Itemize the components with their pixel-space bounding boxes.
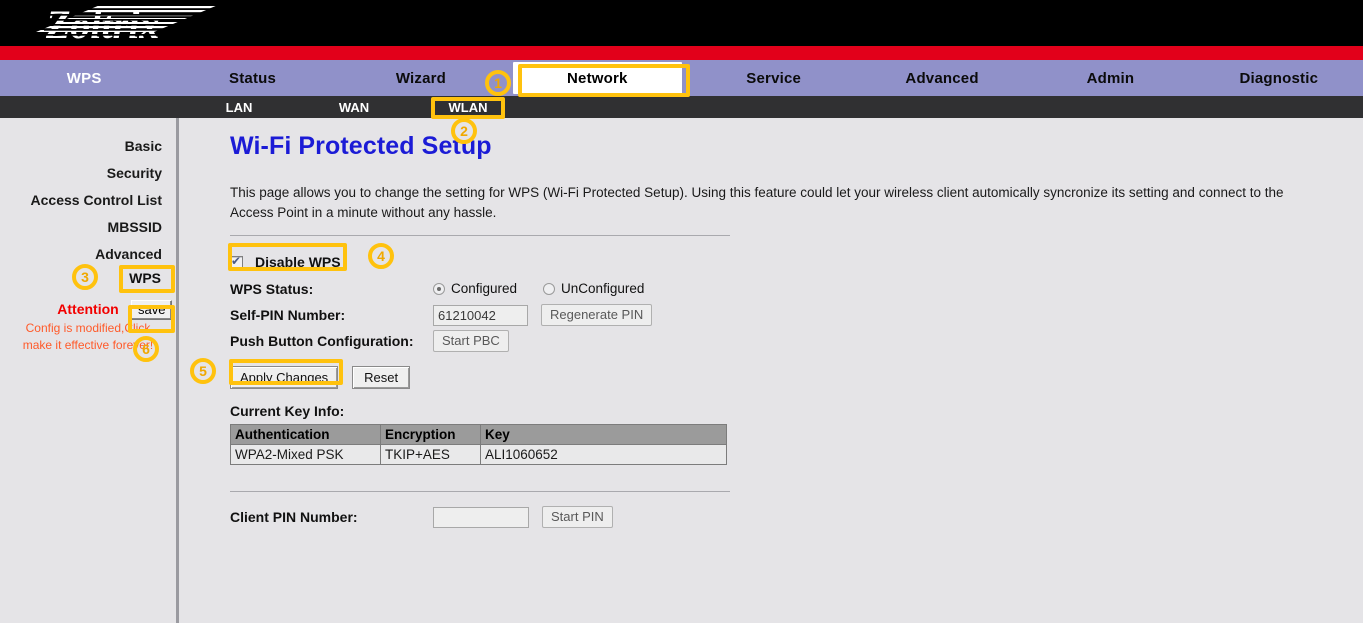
sidebar-item-wps[interactable]: WPS — [126, 269, 164, 287]
self-pin-input[interactable] — [433, 304, 528, 326]
self-pin-label: Self-PIN Number: — [230, 307, 346, 323]
current-key-info-table: Authentication Encryption Key WPA2-Mixed… — [230, 424, 727, 465]
push-button-config-label: Push Button Configuration: — [230, 333, 414, 349]
client-pin-row: Client PIN Number: Start PIN — [230, 506, 1363, 528]
annotation-marker-4: 4 — [368, 243, 394, 269]
wps-status-label: WPS Status: — [230, 281, 314, 297]
start-pbc-button[interactable]: Start PBC — [433, 330, 509, 352]
regenerate-pin-button[interactable]: Regenerate PIN — [541, 304, 653, 326]
radio-configured-dot[interactable] — [433, 283, 445, 295]
disable-wps-label: Disable WPS — [255, 254, 341, 270]
client-pin-label: Client PIN Number: — [230, 509, 358, 525]
subnav-label: WAN — [338, 99, 370, 115]
nav-item-network[interactable]: Network — [513, 62, 682, 94]
nav-item-wizard[interactable]: Wizard — [337, 60, 505, 96]
apply-changes-button[interactable]: Apply Changes — [230, 366, 339, 389]
nav-label: WPS — [66, 69, 102, 87]
nav-label: Service — [746, 69, 802, 87]
radio-unconfigured[interactable]: UnConfigured — [543, 280, 670, 298]
attention-line-1: Config is modified,Click — [25, 321, 151, 335]
sidebar-item-label: MBSSID — [107, 219, 162, 235]
nav-item-wps[interactable]: WPS — [0, 60, 168, 96]
nav-label: Status — [229, 69, 277, 87]
sidebar: Basic Security Access Control List MBSSI… — [0, 118, 179, 623]
self-pin-row: Self-PIN Number: Regenerate PIN — [230, 302, 1363, 328]
sidebar-item-label: WPS — [129, 270, 161, 286]
cell-key: ALI1060652 — [480, 444, 727, 465]
radio-configured[interactable]: Configured — [433, 280, 543, 298]
subnav-item-wlan[interactable]: WLAN — [432, 96, 504, 118]
nav-item-advanced[interactable]: Advanced — [858, 60, 1026, 96]
annotation-marker-5: 5 — [190, 358, 216, 384]
current-key-info-label: Current Key Info: — [230, 403, 345, 419]
annotation-marker-3: 3 — [72, 264, 98, 290]
main-panel: Wi-Fi Protected Setup This page allows y… — [182, 118, 1363, 623]
subnav-item-lan[interactable]: LAN — [199, 96, 279, 118]
divider-top — [230, 235, 730, 236]
wps-status-row: WPS Status: Configured UnConfigured — [230, 276, 1363, 302]
subnav-item-wan[interactable]: WAN — [314, 96, 394, 118]
sidebar-item-label: Advanced — [95, 246, 162, 262]
sidebar-item-label: Access Control List — [30, 192, 162, 208]
sidebar-item-mbssid[interactable]: MBSSID — [0, 214, 176, 241]
column-header-key: Key — [480, 424, 727, 445]
annotation-marker-1: 1 — [485, 70, 511, 96]
start-pin-button[interactable]: Start PIN — [542, 506, 613, 528]
nav-label: Wizard — [395, 69, 447, 87]
reset-button[interactable]: Reset — [352, 366, 411, 389]
nav-item-diagnostic[interactable]: Diagnostic — [1195, 60, 1363, 96]
sidebar-item-label: Security — [106, 165, 162, 181]
sidebar-item-access-control-list[interactable]: Access Control List — [0, 187, 176, 214]
column-header-encryption: Encryption — [380, 424, 481, 445]
nav-label: Admin — [1086, 69, 1135, 87]
nav-item-status[interactable]: Status — [168, 60, 336, 96]
apply-row: Apply Changes Reset — [230, 366, 1363, 389]
subnav-label: LAN — [225, 99, 253, 115]
annotation-marker-6: 6 — [133, 336, 159, 362]
save-button[interactable]: save — [131, 300, 173, 320]
sidebar-item-basic[interactable]: Basic — [0, 133, 176, 160]
column-header-authentication: Authentication — [230, 424, 381, 445]
disable-wps-row[interactable]: Disable WPS — [230, 248, 1363, 276]
nav-label: Diagnostic — [1239, 69, 1319, 87]
divider-bottom — [230, 491, 730, 492]
nav-label: Advanced — [905, 69, 979, 87]
radio-unconfigured-dot[interactable] — [543, 283, 556, 295]
table-header-row: Authentication Encryption Key — [230, 424, 727, 445]
nav-label: Network — [567, 69, 628, 87]
sidebar-item-security[interactable]: Security — [0, 160, 176, 187]
page-title: Wi-Fi Protected Setup — [230, 132, 492, 160]
disable-wps-checkbox[interactable] — [230, 254, 243, 269]
nav-item-service[interactable]: Service — [690, 60, 858, 96]
page-header: Zoltrix — [0, 0, 1363, 46]
cell-encryption: TKIP+AES — [380, 444, 481, 465]
red-divider-bar — [0, 46, 1363, 60]
cell-authentication: WPA2-Mixed PSK — [230, 444, 381, 465]
radio-unconfigured-label: UnConfigured — [561, 281, 645, 296]
table-row: WPA2-Mixed PSK TKIP+AES ALI1060652 — [230, 444, 727, 465]
subnav-spacer — [0, 96, 179, 118]
attention-text: Attention — [57, 301, 119, 317]
annotation-marker-2: 2 — [451, 118, 477, 144]
zoltrix-logo: Zoltrix — [22, 2, 228, 44]
main-navigation: WPS Status Wizard Network Service Advanc… — [0, 60, 1363, 96]
radio-configured-label: Configured — [451, 281, 518, 296]
subnav-label: WLAN — [448, 99, 488, 115]
sub-navigation: LAN WAN WLAN — [0, 96, 1363, 118]
sidebar-item-label: Basic — [124, 138, 162, 154]
client-pin-input[interactable] — [433, 506, 529, 528]
push-button-config-row: Push Button Configuration: Start PBC — [230, 328, 1363, 354]
nav-item-admin[interactable]: Admin — [1026, 60, 1194, 96]
page-description: This page allows you to change the setti… — [230, 185, 1284, 220]
